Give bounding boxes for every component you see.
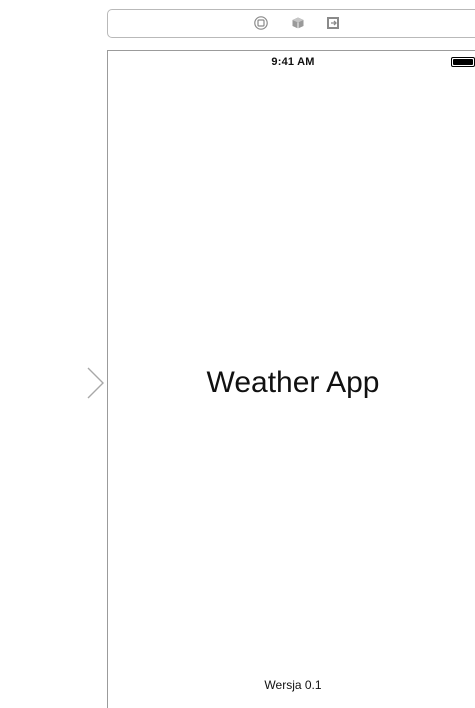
battery-fill: [453, 59, 473, 65]
exit-icon[interactable]: [326, 16, 340, 30]
initial-view-controller-arrow[interactable]: [10, 366, 106, 400]
storyboard-canvas: 9:41 AM Weather App Wersja 0.1: [0, 0, 475, 708]
version-label[interactable]: Wersja 0.1: [108, 678, 475, 692]
first-responder-icon[interactable]: [291, 16, 305, 30]
app-title-label[interactable]: Weather App: [108, 366, 475, 400]
scene-dock: [107, 9, 475, 38]
device-screen: 9:41 AM Weather App Wersja 0.1: [107, 50, 475, 708]
status-bar-time: 9:41 AM: [271, 56, 315, 68]
view-controller-icon[interactable]: [254, 16, 268, 30]
battery-icon: [451, 57, 475, 67]
